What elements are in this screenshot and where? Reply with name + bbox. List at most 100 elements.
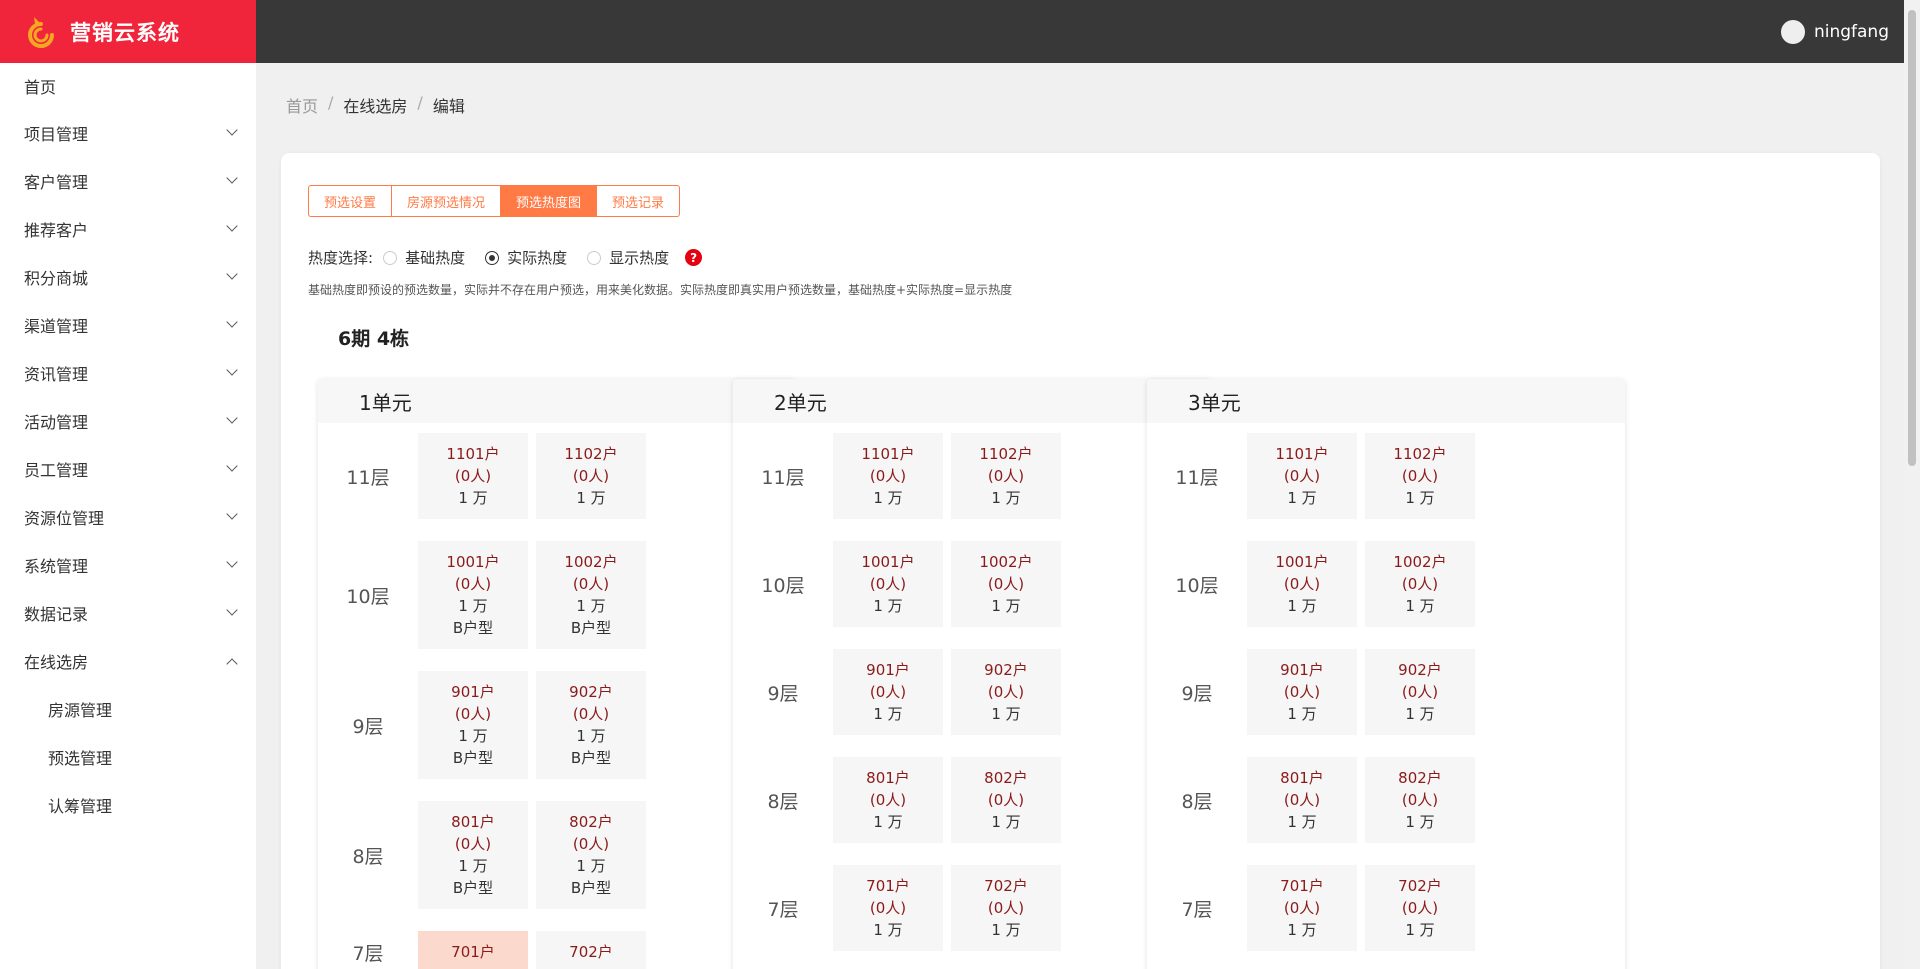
- floor-row: 10层 1001户 (0人) 1 万 B户型 1002户 (0人) 1 万 B户型: [318, 541, 796, 649]
- room-cell[interactable]: 802户 (0人) 1 万: [1365, 757, 1475, 843]
- sidebar-item[interactable]: 资源位管理: [0, 493, 256, 541]
- room-cell[interactable]: 1102户 (0人) 1 万: [951, 433, 1061, 519]
- sidebar-item-label: 数据记录: [24, 605, 89, 624]
- radio-button[interactable]: [485, 250, 500, 265]
- room-cell[interactable]: 901户 (0人) 1 万: [833, 649, 943, 735]
- room-cell[interactable]: 902户 (0人) 1 万: [951, 649, 1061, 735]
- breadcrumb-section[interactable]: 在线选房: [343, 93, 407, 117]
- floor-row: 7层 701户 (0人) 1 万 702户 (0人) 1 万: [1147, 865, 1625, 951]
- help-icon[interactable]: ?: [685, 249, 703, 266]
- unit-panel: 1单元 11层 1101户 (0人) 1 万 1102户 (0人) 1 万 10层 1001户 (0…: [318, 379, 796, 969]
- heat-option[interactable]: 显示热度: [587, 247, 669, 268]
- room-count: (0人): [572, 835, 610, 853]
- radio-button[interactable]: [383, 250, 398, 265]
- room-price: 1 万: [458, 597, 488, 615]
- room-cell[interactable]: 1002户 (0人) 1 万: [1365, 541, 1475, 627]
- room-count: (0人): [987, 467, 1025, 485]
- chevron-down-icon: [226, 604, 238, 616]
- heat-option-label: 实际热度: [507, 249, 568, 267]
- room-cell[interactable]: 801户 (0人) 1 万 B户型: [418, 801, 528, 909]
- floor-label: 10层: [346, 585, 390, 608]
- room-cell[interactable]: 901户 (0人) 1 万 B户型: [418, 671, 528, 779]
- room-cell[interactable]: 802户 (0人) 1 万: [951, 757, 1061, 843]
- sidebar-subitem[interactable]: 房源管理: [0, 685, 256, 733]
- breadcrumb-home[interactable]: 首页: [286, 93, 318, 117]
- room-cell[interactable]: 801户 (0人) 1 万: [1247, 757, 1357, 843]
- room-cell[interactable]: 901户 (0人) 1 万: [1247, 649, 1357, 735]
- room-cell[interactable]: 1002户 (0人) 1 万: [951, 541, 1061, 627]
- room-number: 702户: [1398, 877, 1442, 895]
- room-cell[interactable]: 1102户 (0人) 1 万: [1365, 433, 1475, 519]
- sidebar-subitem[interactable]: 认筹管理: [0, 781, 256, 829]
- heat-label: 热度选择:: [308, 249, 374, 267]
- room-cell[interactable]: 702户: [536, 931, 646, 969]
- room-price: 1 万: [458, 489, 488, 507]
- heat-option[interactable]: 实际热度: [485, 247, 567, 268]
- sidebar-item[interactable]: 活动管理: [0, 397, 256, 445]
- sidebar: 首页 项目管理 客户管理 推荐客户 积分商城 渠道管理 资讯管理活动管理员工管理 资源位管理系…: [0, 63, 256, 969]
- room-cell[interactable]: 702户 (0人) 1 万: [951, 865, 1061, 951]
- sidebar-subitem[interactable]: 预选管理: [0, 733, 256, 781]
- room-count: (0人): [572, 705, 610, 723]
- room-number: 802户: [569, 813, 613, 831]
- sidebar-item[interactable]: 首页: [0, 63, 256, 109]
- tab[interactable]: 预选热度图: [501, 186, 598, 216]
- user-menu[interactable]: ningfang: [1780, 0, 1889, 63]
- room-number: 701户: [451, 943, 495, 961]
- sidebar-item[interactable]: 资讯管理: [0, 349, 256, 397]
- room-count: (0人): [987, 575, 1025, 593]
- room-list: 901户 (0人) 1 万 902户 (0人) 1 万: [1247, 649, 1475, 735]
- room-cell[interactable]: 801户 (0人) 1 万: [833, 757, 943, 843]
- sidebar-item[interactable]: 在线选房: [0, 637, 256, 685]
- room-cell[interactable]: 701户 (0人) 1 万: [833, 865, 943, 951]
- room-price: 1 万: [991, 705, 1021, 723]
- sidebar-item[interactable]: 积分商城: [0, 253, 256, 301]
- sidebar-subitem-label: 预选管理: [48, 749, 113, 768]
- room-cell[interactable]: 802户 (0人) 1 万 B户型: [536, 801, 646, 909]
- sidebar-item-label: 活动管理: [24, 413, 89, 432]
- room-price: 1 万: [873, 705, 903, 723]
- scrollbar-thumb[interactable]: [1908, 10, 1916, 466]
- floor-label: 7层: [767, 898, 799, 921]
- room-count: (0人): [869, 683, 907, 701]
- floor-label: 11层: [346, 466, 390, 489]
- scrollbar[interactable]: [1904, 0, 1920, 969]
- sidebar-item[interactable]: 客户管理: [0, 157, 256, 205]
- room-cell[interactable]: 902户 (0人) 1 万: [1365, 649, 1475, 735]
- room-cell[interactable]: 1001户 (0人) 1 万: [1247, 541, 1357, 627]
- room-count: (0人): [1401, 683, 1439, 701]
- sidebar-item[interactable]: 渠道管理: [0, 301, 256, 349]
- sidebar-item[interactable]: 员工管理: [0, 445, 256, 493]
- chevron-down-icon: [226, 316, 238, 328]
- room-cell[interactable]: 1101户 (0人) 1 万: [1247, 433, 1357, 519]
- room-cell[interactable]: 1002户 (0人) 1 万 B户型: [536, 541, 646, 649]
- sidebar-item[interactable]: 推荐客户: [0, 205, 256, 253]
- sidebar-item[interactable]: 系统管理: [0, 541, 256, 589]
- sidebar-subitem-label: 认筹管理: [48, 797, 113, 816]
- room-number: 901户: [1280, 661, 1324, 679]
- room-list: 801户 (0人) 1 万 802户 (0人) 1 万: [1247, 757, 1475, 843]
- sidebar-item[interactable]: 数据记录: [0, 589, 256, 637]
- room-cell[interactable]: 701户: [418, 931, 528, 969]
- room-cell[interactable]: 1102户 (0人) 1 万: [536, 433, 646, 519]
- tab[interactable]: 预选设置: [309, 186, 393, 216]
- room-cell[interactable]: 902户 (0人) 1 万 B户型: [536, 671, 646, 779]
- room-cell[interactable]: 1101户 (0人) 1 万: [418, 433, 528, 519]
- room-count: (0人): [1401, 899, 1439, 917]
- room-number: 901户: [451, 683, 495, 701]
- room-list: 1101户 (0人) 1 万 1102户 (0人) 1 万: [418, 433, 646, 519]
- room-number: 1102户: [1393, 445, 1447, 463]
- sidebar-item[interactable]: 项目管理: [0, 109, 256, 157]
- room-cell[interactable]: 1001户 (0人) 1 万 B户型: [418, 541, 528, 649]
- room-cell[interactable]: 1101户 (0人) 1 万: [833, 433, 943, 519]
- tab[interactable]: 房源预选情况: [392, 186, 502, 216]
- room-cell[interactable]: 702户 (0人) 1 万: [1365, 865, 1475, 951]
- room-cell[interactable]: 1001户 (0人) 1 万: [833, 541, 943, 627]
- floor-label: 10层: [761, 574, 805, 597]
- radio-button[interactable]: [587, 250, 602, 265]
- heat-option[interactable]: 基础热度: [383, 247, 465, 268]
- room-price: 1 万: [1405, 921, 1435, 939]
- tab[interactable]: 预选记录: [597, 186, 679, 216]
- room-cell[interactable]: 701户 (0人) 1 万: [1247, 865, 1357, 951]
- logo[interactable]: 营销云系统: [0, 0, 256, 63]
